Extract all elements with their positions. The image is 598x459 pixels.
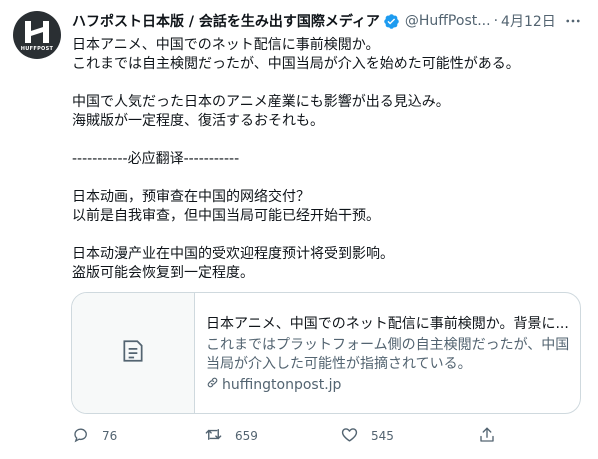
retweet-button[interactable]: 659 (204, 425, 258, 447)
user-handle[interactable]: @HuffPost... (405, 13, 491, 29)
reply-button[interactable]: 76 (72, 425, 117, 447)
tweet-header: ハフポスト日本版 / 会話を生み出す国際メディア @HuffPost... · … (72, 10, 588, 32)
tweet-text-line: 日本动漫产业在中国的受欢迎程度预计将受到影响。 (72, 246, 394, 262)
link-preview-card[interactable]: 日本アニメ、中国でのネット配信に事前検閲か。背景に... これまではプラットフォ… (71, 292, 581, 414)
avatar[interactable]: HUFFPOST (13, 11, 61, 59)
tweet-text-line: 以前是自我审查，但中国当局可能已经开始干预。 (72, 208, 380, 224)
header-separator: · (493, 13, 499, 29)
like-button[interactable]: 545 (340, 425, 394, 447)
tweet-text-line: 日本アニメ、中国でのネット配信に事前検閲か。 (72, 37, 380, 53)
reply-icon (72, 426, 90, 447)
card-info: 日本アニメ、中国でのネット配信に事前検閲か。背景に... これまではプラットフォ… (195, 293, 580, 413)
tweet-container[interactable]: HUFFPOST ハフポスト日本版 / 会話を生み出す国際メディア @HuffP… (0, 0, 598, 459)
link-icon (206, 376, 222, 395)
card-domain: huffingtonpost.jp (206, 376, 570, 395)
card-domain-text: huffingtonpost.jp (222, 377, 342, 393)
display-name[interactable]: ハフポスト日本版 / 会話を生み出す国際メディア (72, 11, 380, 31)
like-count: 545 (371, 429, 394, 443)
card-thumbnail (72, 293, 195, 413)
tweet-text-line: 盗版可能会恢复到一定程度。 (72, 265, 254, 281)
more-options-icon[interactable] (562, 11, 584, 31)
share-button[interactable] (478, 425, 496, 447)
tweet-text-blank (72, 226, 584, 245)
retweet-count: 659 (235, 429, 258, 443)
verified-badge-icon (383, 13, 400, 30)
tweet-text-blank (72, 74, 584, 93)
tweet-text-line: これまでは自主検閲だったが、中国当局が介入を始めた可能性がある。 (72, 56, 520, 72)
retweet-icon (204, 425, 223, 447)
tweet-text-blank (72, 131, 584, 150)
tweet-text-line: 中国で人気だった日本のアニメ産業にも影響が出る見込み。 (72, 94, 450, 110)
tweet-text-line: 日本动画，预审查在中国的网络交付？ (72, 189, 310, 205)
heart-icon (340, 425, 359, 447)
tweet-text-line: 海賊版が一定程度、復活するおそれも。 (72, 113, 324, 129)
tweet-text-line: -----------必应翻译----------- (72, 151, 240, 167)
tweet-text-blank (72, 169, 584, 188)
article-icon (120, 338, 146, 368)
card-description: これまではプラットフォーム側の自主検閲だったが、中国当局が介入した可能性が指摘さ… (206, 337, 570, 372)
tweet-actions: 76 659 545 (72, 425, 512, 447)
share-icon (478, 426, 496, 447)
card-title: 日本アニメ、中国でのネット配信に事前検閲か。背景に... (206, 316, 569, 332)
reply-count: 76 (102, 429, 118, 443)
avatar-wordmark: HUFFPOST (20, 46, 54, 52)
tweet-text: 日本アニメ、中国でのネット配信に事前検閲か。 これまでは自主検閲だったが、中国当… (72, 36, 584, 283)
tweet-timestamp[interactable]: 4月12日 (501, 11, 556, 31)
